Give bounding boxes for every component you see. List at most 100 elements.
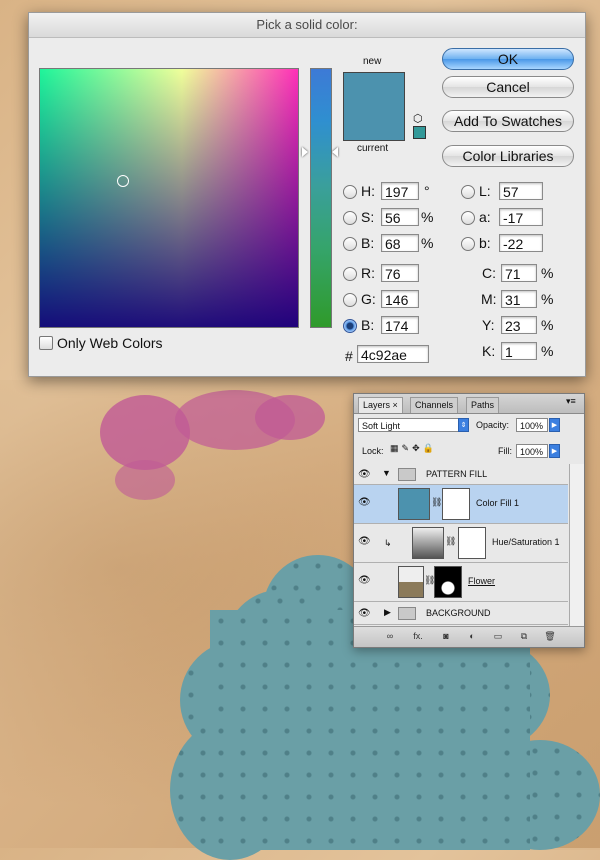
- chain-icon[interactable]: ⛓: [431, 497, 442, 508]
- lock-brush-icon[interactable]: ✎: [402, 443, 413, 453]
- g-input[interactable]: 146: [381, 290, 419, 308]
- m-input[interactable]: 31: [501, 290, 537, 308]
- layer-row-flower[interactable]: 👁 ⛓ Flower: [354, 563, 568, 602]
- layers-panel: Layers × Channels Paths ▾≡ Soft Light ⇕ …: [353, 393, 585, 648]
- radio-g[interactable]: [343, 293, 357, 307]
- folder-icon: [398, 468, 416, 481]
- eye-icon[interactable]: 👁: [358, 536, 371, 547]
- y-input[interactable]: 23: [501, 316, 537, 334]
- radio-r[interactable]: [343, 267, 357, 281]
- panel-menu-icon[interactable]: ▾≡: [566, 396, 576, 407]
- cube-icon[interactable]: ⬡: [413, 112, 423, 125]
- eye-icon[interactable]: 👁: [358, 497, 371, 508]
- layer-row-background[interactable]: 👁 ▶ BACKGROUND: [354, 602, 568, 625]
- expand-triangle-icon[interactable]: ▼: [382, 468, 391, 478]
- layers-bottom-bar: ∞ fx. ◙ ◐ ▭ ⧉ 🗑: [354, 626, 584, 647]
- eye-icon[interactable]: 👁: [358, 608, 371, 619]
- tab-channels[interactable]: Channels: [410, 397, 459, 413]
- layer-name: BACKGROUND: [426, 608, 491, 618]
- color-field[interactable]: [39, 68, 299, 328]
- blend-mode-select[interactable]: Soft Light: [358, 418, 460, 432]
- lock-move-icon[interactable]: ✥: [412, 443, 423, 453]
- radio-brightness[interactable]: [343, 237, 357, 251]
- hex-input[interactable]: 4c92ae: [357, 345, 429, 363]
- lock-icons[interactable]: ▦✎✥🔒: [390, 443, 450, 457]
- brightness-input[interactable]: 68: [381, 234, 419, 252]
- current-color-label: current: [357, 143, 389, 154]
- h-unit: °: [424, 183, 430, 199]
- dialog-title: Pick a solid color:: [29, 13, 585, 38]
- layers-scrollbar[interactable]: [569, 464, 584, 630]
- mask-thumbnail: [458, 527, 486, 559]
- ok-button[interactable]: OK: [442, 48, 574, 70]
- lock-transparency-icon[interactable]: ▦: [390, 443, 402, 453]
- color-libraries-button[interactable]: Color Libraries: [442, 145, 574, 167]
- h-input[interactable]: 197: [381, 182, 419, 200]
- layer-name: PATTERN FILL: [426, 469, 488, 479]
- fill-input[interactable]: 100%: [516, 444, 548, 458]
- tab-paths[interactable]: Paths: [466, 397, 500, 413]
- clip-arrow-icon: ↳: [384, 538, 392, 548]
- channel-slider[interactable]: [310, 68, 332, 328]
- brightness-label: B:: [361, 235, 375, 251]
- fill-thumbnail: [398, 488, 430, 520]
- k-input[interactable]: 1: [501, 342, 537, 360]
- s-unit: %: [421, 209, 434, 225]
- layer-row-pattern-fill[interactable]: 👁 ▼ PATTERN FILL: [354, 464, 568, 485]
- s-input[interactable]: 56: [381, 208, 419, 226]
- a-input[interactable]: -17: [499, 208, 543, 226]
- folder-icon[interactable]: ▭: [490, 630, 506, 643]
- eye-icon[interactable]: 👁: [358, 469, 371, 480]
- new-color-label: new: [363, 56, 382, 67]
- fill-arrow-icon[interactable]: ▶: [549, 444, 560, 458]
- eye-icon[interactable]: 👁: [358, 575, 371, 586]
- radio-a[interactable]: [461, 211, 475, 225]
- m-label: M:: [481, 291, 497, 307]
- c-label: C:: [482, 265, 496, 281]
- close-icon[interactable]: ×: [393, 400, 398, 410]
- fx-icon[interactable]: fx.: [410, 630, 426, 643]
- collapsed-triangle-icon[interactable]: ▶: [384, 607, 391, 618]
- flower-thumbnail: [398, 566, 424, 598]
- radio-b[interactable]: [343, 319, 357, 333]
- h-label: H:: [361, 183, 375, 199]
- web-safe-swatch[interactable]: [413, 126, 426, 139]
- b-input[interactable]: 174: [381, 316, 419, 334]
- radio-h[interactable]: [343, 185, 357, 199]
- trash-icon[interactable]: 🗑: [542, 630, 558, 643]
- lock-all-icon[interactable]: 🔒: [423, 443, 437, 453]
- radio-l[interactable]: [461, 185, 475, 199]
- l-input[interactable]: 57: [499, 182, 543, 200]
- chain-icon[interactable]: ⛓: [445, 536, 456, 547]
- adjustment-icon[interactable]: ◐: [464, 630, 480, 643]
- r-label: R:: [361, 265, 375, 281]
- new-layer-icon[interactable]: ⧉: [516, 630, 532, 643]
- layer-name: Hue/Saturation 1: [492, 537, 560, 547]
- slider-left-arrow-icon[interactable]: [302, 147, 308, 157]
- layer-name: Color Fill 1: [476, 498, 520, 508]
- layer-row-hue-saturation[interactable]: 👁 ↳ ⛓ Hue/Saturation 1: [354, 524, 568, 563]
- color-preview-swatch: [343, 72, 405, 141]
- only-web-colors-checkbox[interactable]: [39, 336, 53, 350]
- opacity-arrow-icon[interactable]: ▶: [549, 418, 560, 432]
- opacity-input[interactable]: 100%: [516, 418, 548, 432]
- s-label: S:: [361, 209, 375, 225]
- add-to-swatches-button[interactable]: Add To Swatches: [442, 110, 574, 132]
- tab-layers[interactable]: Layers ×: [358, 397, 403, 413]
- lab-b-input[interactable]: -22: [499, 234, 543, 252]
- c-input[interactable]: 71: [501, 264, 537, 282]
- cancel-button[interactable]: Cancel: [442, 76, 574, 98]
- color-field-gradient[interactable]: [40, 69, 298, 327]
- only-web-colors-label: Only Web Colors: [57, 335, 163, 351]
- m-unit: %: [541, 291, 554, 307]
- layer-row-color-fill[interactable]: 👁 ⛓ Color Fill 1: [354, 485, 568, 524]
- radio-s[interactable]: [343, 211, 357, 225]
- link-icon[interactable]: ∞: [382, 630, 398, 643]
- paint-splatter: [115, 460, 175, 500]
- blend-mode-stepper-icon[interactable]: ⇕: [458, 418, 469, 432]
- color-field-cursor[interactable]: [117, 175, 129, 187]
- r-input[interactable]: 76: [381, 264, 419, 282]
- radio-lab-b[interactable]: [461, 237, 475, 251]
- slider-right-arrow-icon[interactable]: [332, 147, 338, 157]
- mask-icon[interactable]: ◙: [438, 630, 454, 643]
